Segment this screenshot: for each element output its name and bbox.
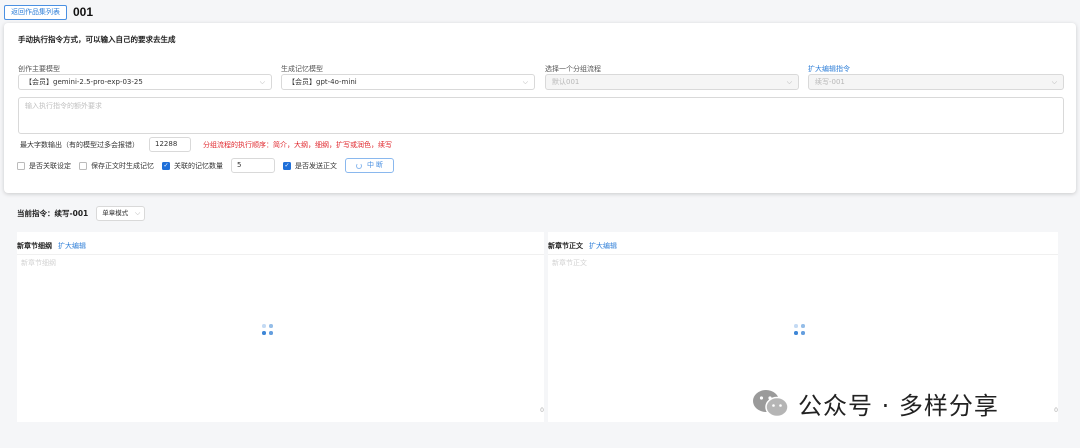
save-memory-label: 保存正文时生成记忆	[91, 161, 154, 170]
save-memory-checkbox[interactable]: 保存正文时生成记忆	[79, 161, 154, 171]
check-icon: ✓	[283, 161, 291, 170]
watermark-text: 公众号 · 多样分享	[798, 392, 999, 420]
chevron-down-icon: ⌵	[522, 78, 528, 86]
chevron-down-icon: ⌵	[1051, 78, 1057, 86]
options-row: 是否关联设定 保存正文时生成记忆 ✓ 关联的记忆数量 5 ✓ 是否发送正文 中 …	[17, 158, 394, 173]
loading-icon	[262, 324, 274, 336]
stop-button[interactable]: 中 断	[345, 158, 394, 173]
body-panel-title: 新章节正文	[548, 242, 583, 250]
group-flow-value: 默认001	[552, 78, 580, 86]
main-model-value: 【会员】gemini-2.5-pro-exp-03-25	[25, 78, 143, 86]
related-setting-checkbox[interactable]: 是否关联设定	[17, 161, 71, 171]
command-card: 手动执行指令方式，可以输入自己的要求去生成 创作主要模型 【会员】gemini-…	[4, 23, 1076, 193]
group-flow-select[interactable]: 默认001 ⌵	[545, 74, 799, 90]
card-title: 手动执行指令方式，可以输入自己的要求去生成	[18, 35, 176, 44]
memory-model-label: 生成记忆模型	[281, 65, 323, 73]
checkbox-box	[17, 161, 25, 170]
send-body-label: 是否发送正文	[295, 161, 337, 170]
memory-model-value: 【会员】gpt-4o-mini	[288, 78, 357, 86]
mode-select[interactable]: 单章模式 ⌵	[96, 206, 146, 221]
checkbox-box	[79, 161, 87, 170]
max-output-input[interactable]: 12288	[149, 137, 191, 152]
instruction-placeholder: 输入执行指令的额外要求	[25, 102, 102, 110]
main-model-label: 创作主要模型	[18, 65, 60, 73]
outline-panel-title: 新章节细纲	[17, 242, 52, 250]
main-model-select[interactable]: 【会员】gemini-2.5-pro-exp-03-25 ⌵	[18, 74, 272, 90]
send-body-checkbox[interactable]: ✓ 是否发送正文	[283, 161, 337, 171]
expand-command-select[interactable]: 续写-001 ⌵	[808, 74, 1064, 90]
current-command-bar: 当前指令：续写-001 单章模式 ⌵	[17, 206, 146, 221]
check-icon: ✓	[162, 161, 170, 170]
body-panel-header: 新章节正文 扩大编辑	[548, 241, 617, 251]
loading-icon	[794, 324, 806, 336]
top-bar: 返回作品集列表 001	[4, 4, 93, 20]
outline-editor[interactable]: 新章节细纲 0	[17, 254, 544, 422]
expand-command-label[interactable]: 扩大编辑指令	[808, 64, 850, 74]
work-title: 001	[73, 5, 94, 19]
chevron-down-icon: ⌵	[786, 78, 792, 86]
loading-icon	[356, 162, 362, 169]
flow-order-hint: 分组流程的执行顺序：简介，大纲，细纲，扩写或润色，续写	[203, 140, 392, 149]
body-placeholder: 新章节正文	[552, 259, 587, 267]
chevron-down-icon: ⌵	[134, 209, 141, 217]
body-char-count: 0	[1054, 407, 1058, 414]
outline-panel: 新章节细纲 扩大编辑 新章节细纲 0	[17, 232, 544, 422]
outline-expand-edit-link[interactable]: 扩大编辑	[58, 241, 86, 251]
memory-model-select[interactable]: 【会员】gpt-4o-mini ⌵	[281, 74, 535, 90]
current-command-label: 当前指令：续写-001	[17, 209, 89, 218]
watermark: 公众号 · 多样分享	[752, 386, 999, 421]
expand-command-value: 续写-001	[815, 78, 845, 86]
outline-char-count: 0	[540, 407, 544, 414]
back-to-collection-button[interactable]: 返回作品集列表	[4, 4, 67, 20]
chevron-down-icon: ⌵	[259, 78, 265, 86]
memory-count-input[interactable]: 5	[231, 158, 275, 173]
memory-count-checkbox[interactable]: ✓ 关联的记忆数量	[162, 161, 223, 171]
memory-count-label: 关联的记忆数量	[174, 161, 223, 170]
max-output-row: 最大字数输出（有的模型过多会报错） 12288 分组流程的执行顺序：简介，大纲，…	[20, 137, 392, 152]
stop-label: 中 断	[367, 162, 383, 169]
wechat-icon	[753, 389, 789, 417]
body-expand-edit-link[interactable]: 扩大编辑	[589, 241, 617, 251]
max-output-label: 最大字数输出（有的模型过多会报错）	[20, 140, 139, 149]
instruction-textarea[interactable]: 输入执行指令的额外要求	[18, 97, 1064, 134]
group-flow-label: 选择一个分组流程	[545, 65, 601, 73]
related-setting-label: 是否关联设定	[29, 161, 71, 170]
outline-placeholder: 新章节细纲	[21, 259, 56, 267]
outline-panel-header: 新章节细纲 扩大编辑	[17, 241, 86, 251]
mode-value: 单章模式	[102, 209, 129, 217]
